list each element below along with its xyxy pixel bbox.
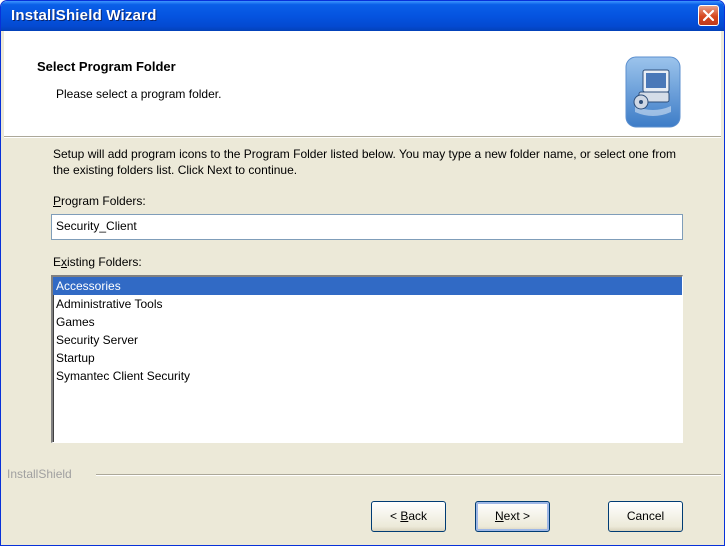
wizard-header: Select Program Folder Please select a pr…	[4, 31, 721, 136]
next-button-rest: ext >	[503, 509, 531, 523]
setup-computer-graphic	[625, 56, 681, 128]
close-button[interactable]	[698, 5, 719, 26]
page-subtitle: Please select a program folder.	[56, 87, 222, 101]
list-item-accessories[interactable]: Accessories	[53, 277, 682, 295]
next-button-accel: N	[494, 509, 504, 523]
program-folders-label: Program Folders:	[53, 194, 146, 208]
list-item-administrative-tools[interactable]: Administrative Tools	[53, 295, 682, 313]
list-item-games[interactable]: Games	[53, 313, 682, 331]
existing-folders-label-pre: E	[53, 255, 62, 269]
title-bar[interactable]: InstallShield Wizard	[1, 1, 724, 31]
page-title: Select Program Folder	[37, 59, 176, 74]
installshield-wizard-window: InstallShield Wizard Select Program Fold…	[0, 0, 725, 546]
program-folders-label-accel: P	[53, 194, 62, 208]
window-title: InstallShield Wizard	[11, 7, 157, 24]
existing-folders-list[interactable]: Accessories Administrative Tools Games S…	[51, 275, 683, 443]
cancel-button[interactable]: Cancel	[608, 501, 683, 532]
header-divider	[4, 136, 721, 138]
back-button[interactable]: < Back	[371, 501, 446, 532]
back-button-rest: ack	[408, 509, 428, 523]
instructions-text: Setup will add program icons to the Prog…	[53, 147, 676, 177]
existing-folders-label-rest: isting Folders:	[67, 255, 142, 269]
list-item-startup[interactable]: Startup	[53, 349, 682, 367]
close-icon	[702, 9, 715, 22]
program-folder-input[interactable]: Security_Client	[51, 214, 683, 240]
list-item-symantec-client-security[interactable]: Symantec Client Security	[53, 367, 682, 385]
back-button-prefix: <	[389, 509, 401, 523]
installshield-brand-label: InstallShield	[7, 467, 72, 481]
next-button[interactable]: Next >	[475, 501, 550, 532]
footer-divider	[96, 474, 721, 476]
program-folders-label-rest: rogram Folders:	[61, 194, 146, 208]
existing-folders-label: Existing Folders:	[53, 255, 142, 269]
list-item-security-server[interactable]: Security Server	[53, 331, 682, 349]
